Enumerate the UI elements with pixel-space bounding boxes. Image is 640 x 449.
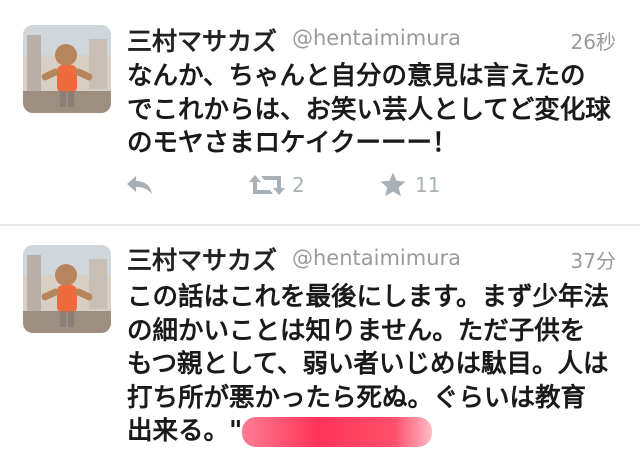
tweet-text-line: なんか、ちゃんと自分の意見は言えたの	[127, 61, 586, 91]
display-name[interactable]: 三村マサカズ	[127, 241, 277, 277]
tweet-text-line: の細かいことは知りません。ただ子供を	[127, 315, 586, 346]
reply-icon	[124, 172, 154, 198]
favorite-button[interactable]: 11	[379, 171, 440, 199]
avatar[interactable]	[23, 25, 111, 113]
tweet-item[interactable]: 三村マサカズ @hentaimimura 37分 この話はこれを最後にします。ま…	[0, 226, 640, 449]
retweet-button[interactable]: 2	[248, 172, 305, 198]
tweet-item[interactable]: 三村マサカズ @hentaimimura 26秒 なんか、ちゃんと自分の意見は言…	[0, 0, 640, 224]
tweet-text: なんか、ちゃんと自分の意見は言えたの でこれからは、お笑い芸人としてど変化球 の…	[127, 60, 627, 161]
tweet-text-line: 打ち所が悪かったら死ぬ。ぐらいは教育	[127, 382, 587, 413]
tweet-text-line-last: 出来る。"	[127, 415, 627, 449]
username[interactable]: @hentaimimura	[292, 26, 461, 50]
tweet-text: この話はこれを最後にします。まず少年法 の細かいことは知りません。ただ子供を も…	[127, 281, 627, 449]
timestamp[interactable]: 37分	[571, 245, 616, 274]
reply-button[interactable]	[124, 172, 154, 198]
retweet-icon	[248, 172, 286, 198]
retweet-count: 2	[292, 173, 305, 197]
avatar[interactable]	[23, 245, 111, 333]
tweet-text-line: のモヤさまロケイクーーー！	[127, 128, 458, 158]
tweet-actions: 2 11	[0, 170, 640, 204]
redaction-mark	[242, 417, 433, 447]
username[interactable]: @hentaimimura	[292, 246, 461, 270]
tweet-text-line: この話はこれを最後にします。まず少年法	[127, 282, 609, 312]
tweet-text-line: もつ親として、弱い者いじめは駄目。人は	[127, 349, 609, 379]
tweet-text-line: でこれからは、お笑い芸人としてど変化球	[127, 94, 611, 125]
star-icon	[379, 171, 407, 199]
display-name[interactable]: 三村マサカズ	[127, 22, 277, 58]
favorite-count: 11	[415, 173, 441, 197]
tweet-text-fragment: 出来る。"	[127, 416, 243, 446]
timestamp[interactable]: 26秒	[571, 26, 616, 55]
